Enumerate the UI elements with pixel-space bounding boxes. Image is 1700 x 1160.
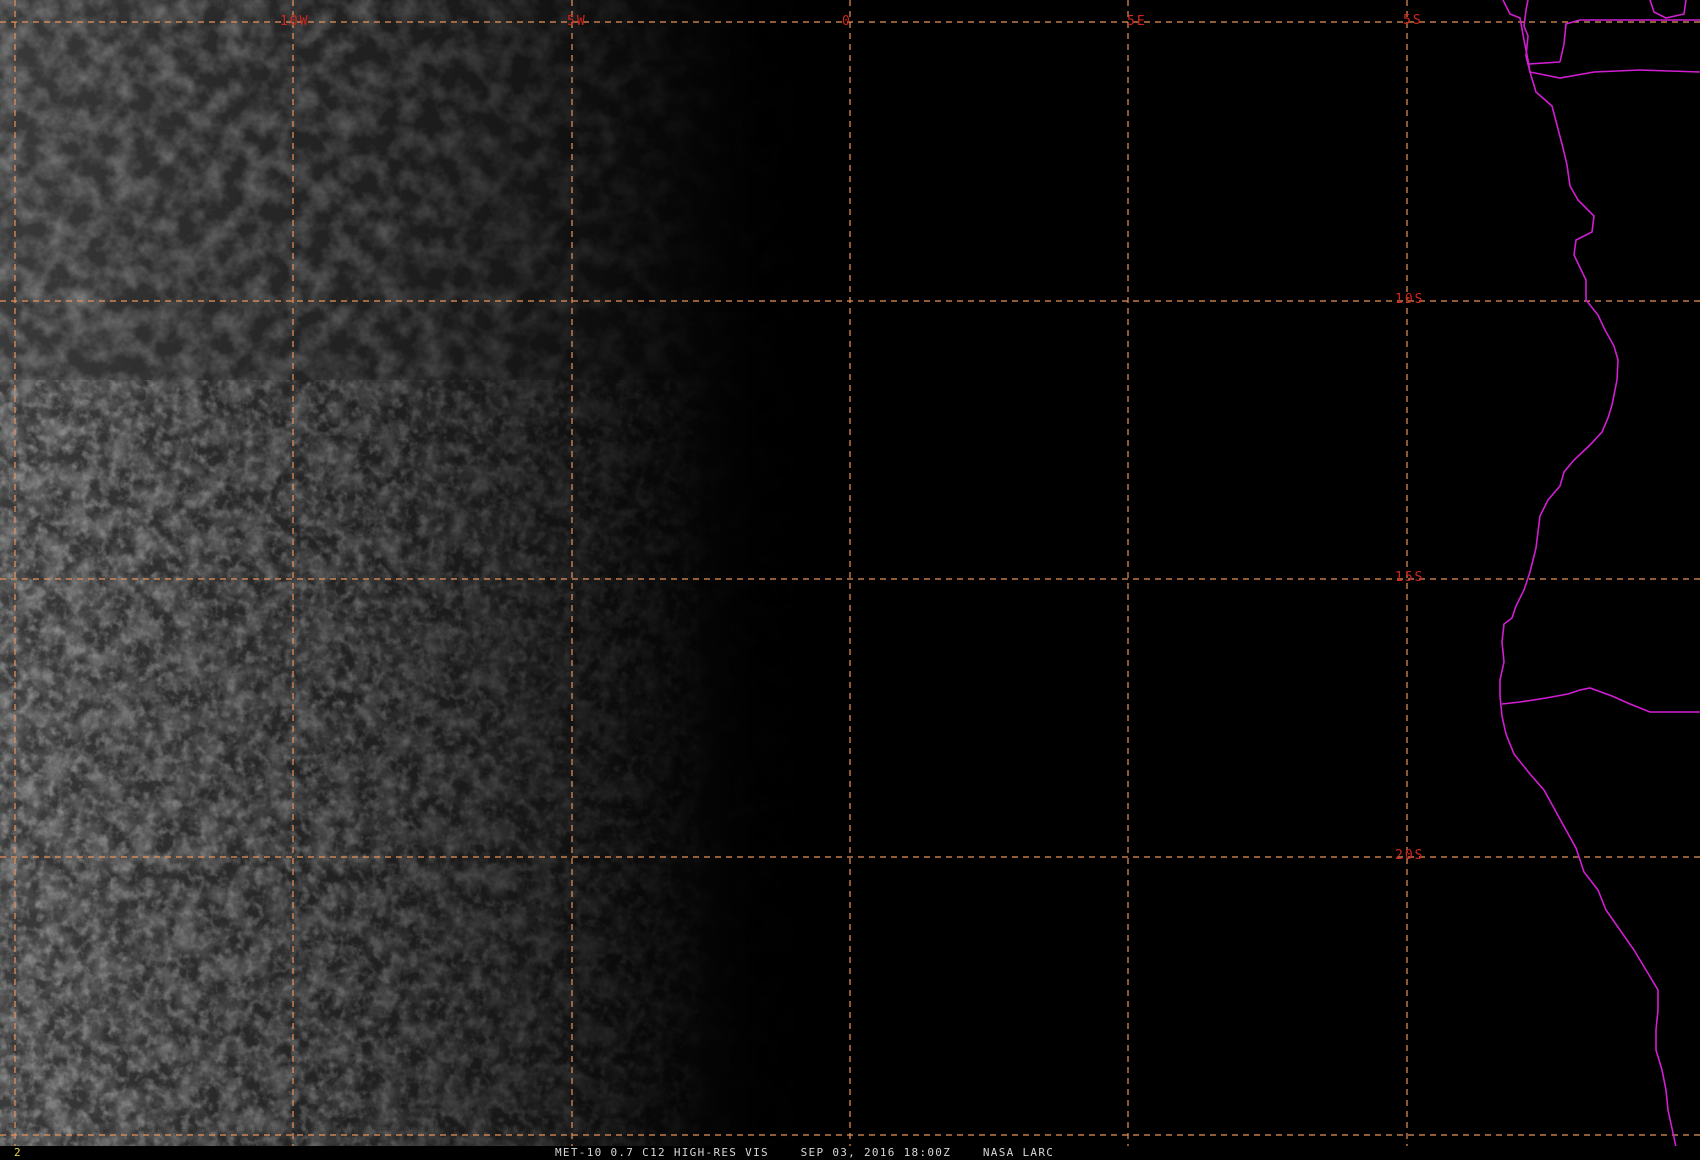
product-label: MET-10 0.7 C12 HIGH-RES VIS bbox=[555, 1146, 769, 1159]
longitude-label: 5W bbox=[567, 14, 587, 29]
latitude-label: 15S bbox=[1395, 570, 1425, 585]
satellite-map-viewer: 10W 5W 0 5E 5S 10S 15S 20S 2 MET-10 0.7 C12 HI… bbox=[0, 0, 1700, 1160]
satellite-imagery bbox=[0, 0, 1700, 1147]
source-label: NASA LARC bbox=[982, 1146, 1055, 1159]
longitude-label: 10W bbox=[280, 14, 310, 29]
frame-number: 2 bbox=[14, 1146, 21, 1159]
latitude-label: 10S bbox=[1395, 292, 1425, 307]
cloud-field bbox=[0, 0, 800, 1147]
image-caption: MET-10 0.7 C12 HIGH-RES VIS SEP 03, 2016… bbox=[555, 1146, 1054, 1160]
longitude-label: 0 bbox=[842, 14, 852, 29]
longitude-label: 5E bbox=[1127, 14, 1147, 29]
latitude-label: 5S bbox=[1403, 13, 1423, 28]
latitude-label: 20S bbox=[1395, 848, 1425, 863]
timestamp-label: SEP 03, 2016 18:00Z bbox=[800, 1146, 952, 1159]
